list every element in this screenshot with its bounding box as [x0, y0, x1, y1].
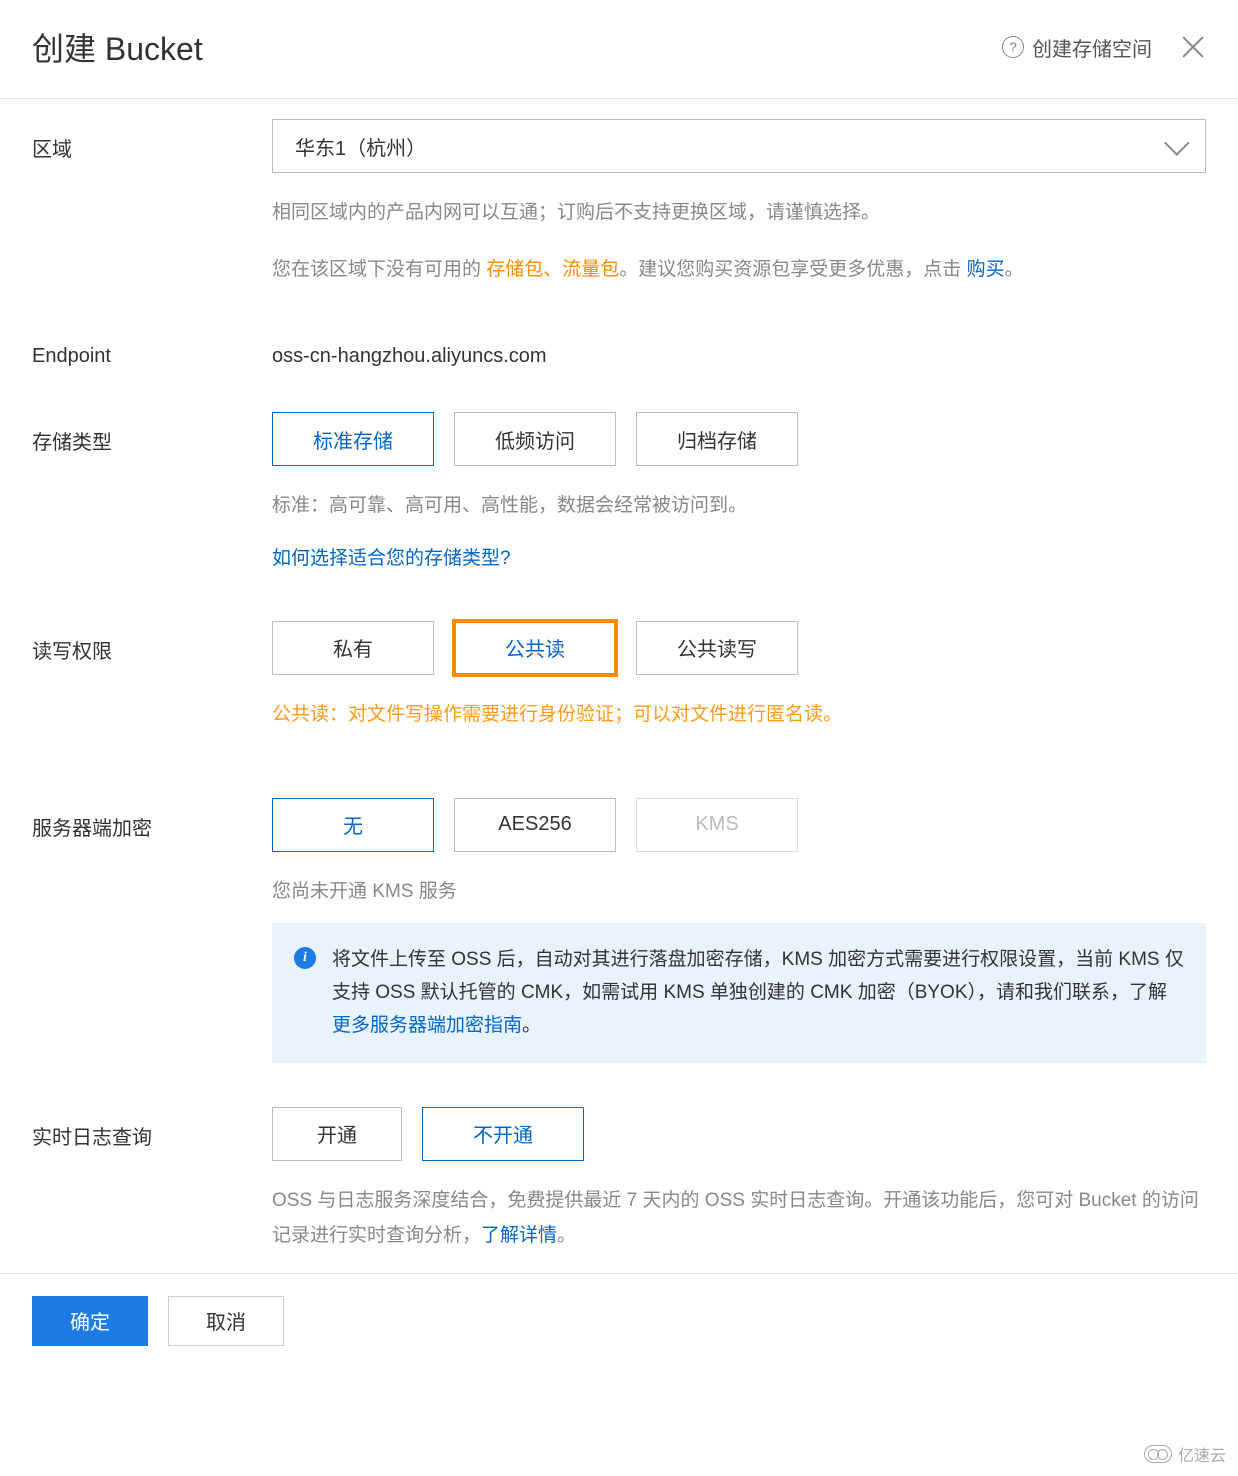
logging-option-disable[interactable]: 不开通: [422, 1107, 584, 1161]
encryption-info-box: i 将文件上传至 OSS 后，自动对其进行落盘加密存储，KMS 加密方式需要进行…: [272, 923, 1206, 1063]
encryption-option-aes256[interactable]: AES256: [454, 798, 616, 852]
storage-type-group: 标准存储 低频访问 归档存储: [272, 412, 1206, 466]
encryption-option-none[interactable]: 无: [272, 798, 434, 852]
storage-option-standard[interactable]: 标准存储: [272, 412, 434, 466]
encryption-guide-link[interactable]: 更多服务器端加密指南: [332, 1015, 522, 1036]
logging-option-enable[interactable]: 开通: [272, 1107, 402, 1161]
watermark: 亿速云: [1144, 1442, 1226, 1466]
watermark-text: 亿速云: [1178, 1442, 1226, 1466]
buy-link[interactable]: 购买: [967, 259, 1005, 280]
storage-hint: 标准：高可靠、高可用、高性能，数据会经常被访问到。: [272, 488, 1206, 523]
dialog-footer: 确定 取消: [0, 1273, 1238, 1368]
row-encryption: 服务器端加密 无 AES256 KMS 您尚未开通 KMS 服务 i 将文件上传…: [32, 798, 1206, 1063]
encryption-group: 无 AES256 KMS: [272, 798, 1206, 852]
storage-option-archive[interactable]: 归档存储: [636, 412, 798, 466]
acl-option-public-read[interactable]: 公共读: [454, 621, 616, 675]
label-storage-type: 存储类型: [32, 412, 272, 455]
region-hint-1: 相同区域内的产品内网可以互通；订购后不支持更换区域，请谨慎选择。: [272, 195, 1206, 230]
encryption-hint: 您尚未开通 KMS 服务: [272, 874, 1206, 909]
acl-group: 私有 公共读 公共读写: [272, 621, 1206, 675]
help-label: 创建存储空间: [1032, 33, 1152, 62]
acl-warning: 公共读：对文件写操作需要进行身份验证；可以对文件进行匿名读。: [272, 697, 1206, 732]
acl-option-public-rw[interactable]: 公共读写: [636, 621, 798, 675]
dialog-header: 创建 Bucket ? 创建存储空间: [0, 0, 1238, 99]
logging-group: 开通 不开通: [272, 1107, 1206, 1161]
logging-hint: OSS 与日志服务深度结合，免费提供最近 7 天内的 OSS 实时日志查询。开通…: [272, 1183, 1206, 1253]
endpoint-value: oss-cn-hangzhou.aliyuncs.com: [272, 331, 1206, 368]
encryption-option-kms: KMS: [636, 798, 798, 852]
label-logging: 实时日志查询: [32, 1107, 272, 1150]
row-endpoint: Endpoint oss-cn-hangzhou.aliyuncs.com: [32, 331, 1206, 368]
acl-option-private[interactable]: 私有: [272, 621, 434, 675]
region-hint-2: 您在该区域下没有可用的 存储包、流量包。建议您购买资源包享受更多优惠，点击 购买…: [272, 252, 1206, 287]
help-icon: ?: [1002, 36, 1024, 58]
cancel-button[interactable]: 取消: [168, 1296, 284, 1346]
encryption-info-text: 将文件上传至 OSS 后，自动对其进行落盘加密存储，KMS 加密方式需要进行权限…: [332, 943, 1184, 1043]
storage-type-help-link[interactable]: 如何选择适合您的存储类型?: [272, 548, 511, 569]
help-link[interactable]: ? 创建存储空间: [1002, 33, 1152, 62]
row-logging: 实时日志查询 开通 不开通 OSS 与日志服务深度结合，免费提供最近 7 天内的…: [32, 1107, 1206, 1253]
confirm-button[interactable]: 确定: [32, 1296, 148, 1346]
storage-option-ia[interactable]: 低频访问: [454, 412, 616, 466]
label-acl: 读写权限: [32, 621, 272, 664]
label-encryption: 服务器端加密: [32, 798, 272, 841]
region-selected-value: 华东1（杭州）: [295, 132, 426, 161]
chevron-down-icon: [1164, 130, 1189, 155]
close-icon[interactable]: [1180, 34, 1206, 60]
header-actions: ? 创建存储空间: [1002, 33, 1206, 62]
storage-package-text: 存储包、流量包: [486, 259, 619, 280]
logging-detail-link[interactable]: 了解详情: [481, 1225, 557, 1246]
row-acl: 读写权限 私有 公共读 公共读写 公共读：对文件写操作需要进行身份验证；可以对文…: [32, 621, 1206, 732]
region-select[interactable]: 华东1（杭州）: [272, 119, 1206, 173]
label-endpoint: Endpoint: [32, 331, 272, 368]
cloud-icon: [1144, 1445, 1172, 1463]
row-region: 区域 华东1（杭州） 相同区域内的产品内网可以互通；订购后不支持更换区域，请谨慎…: [32, 119, 1206, 287]
info-icon: i: [294, 947, 316, 969]
label-region: 区域: [32, 119, 272, 162]
dialog-body: 区域 华东1（杭州） 相同区域内的产品内网可以互通；订购后不支持更换区域，请谨慎…: [0, 99, 1238, 1273]
dialog-title: 创建 Bucket: [32, 24, 203, 70]
row-storage-type: 存储类型 标准存储 低频访问 归档存储 标准：高可靠、高可用、高性能，数据会经常…: [32, 412, 1206, 576]
